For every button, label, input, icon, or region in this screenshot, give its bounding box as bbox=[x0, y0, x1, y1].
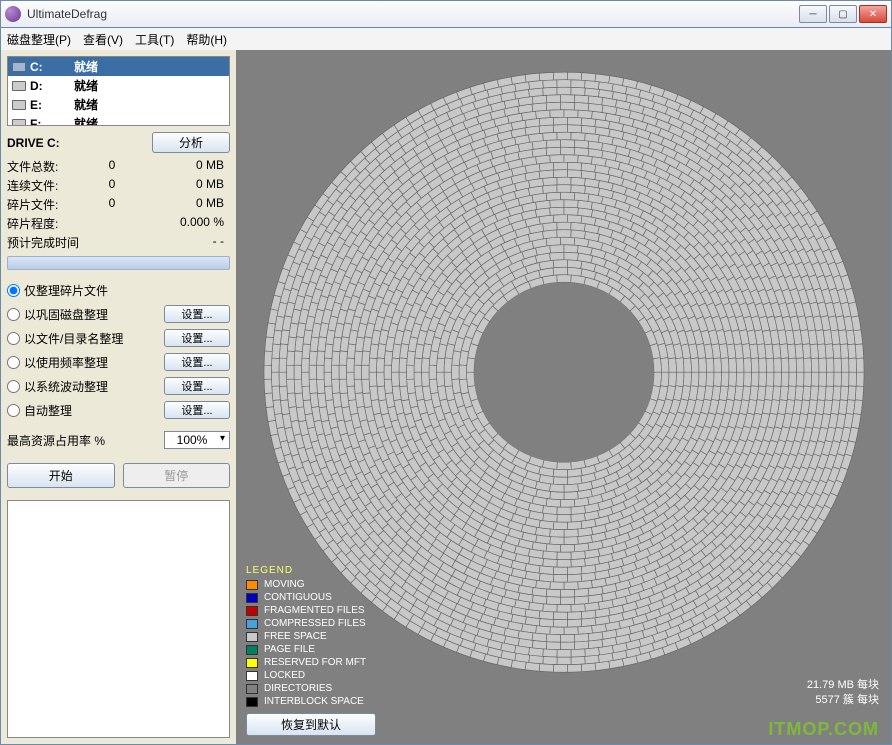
legend-label: CONTIGUOUS bbox=[264, 591, 332, 604]
legend-item: FRAGMENTED FILES bbox=[246, 604, 366, 617]
drive-row-c[interactable]: C: 就绪 bbox=[8, 57, 229, 76]
legend-swatch bbox=[246, 671, 258, 681]
legend-swatch bbox=[246, 619, 258, 629]
legend-swatch bbox=[246, 580, 258, 590]
legend-item: COMPRESSED FILES bbox=[246, 617, 366, 630]
minimize-button[interactable]: ─ bbox=[799, 5, 827, 23]
legend-swatch bbox=[246, 606, 258, 616]
window-controls: ─ ▢ ✕ bbox=[799, 5, 887, 23]
progress-bar bbox=[7, 256, 230, 270]
drive-row-e[interactable]: E: 就绪 bbox=[8, 95, 229, 114]
menu-disk[interactable]: 磁盘整理(P) bbox=[7, 31, 71, 48]
legend-item: CONTIGUOUS bbox=[246, 591, 366, 604]
legend-label: INTERBLOCK SPACE bbox=[264, 695, 364, 708]
defrag-options: 仅整理碎片文件 以巩固磁盘整理 设置... 以文件/目录名整理 设置... 以使… bbox=[7, 282, 230, 419]
legend-item: DIRECTORIES bbox=[246, 682, 366, 695]
log-area bbox=[7, 500, 230, 738]
settings-by-name[interactable]: 设置... bbox=[164, 329, 230, 347]
option-by-usage[interactable]: 以使用频率整理 bbox=[7, 354, 158, 371]
legend-swatch bbox=[246, 632, 258, 642]
title-bar: UltimateDefrag ─ ▢ ✕ bbox=[0, 0, 892, 28]
disk-view: LEGEND MOVINGCONTIGUOUSFRAGMENTED FILESC… bbox=[236, 50, 891, 744]
settings-auto[interactable]: 设置... bbox=[164, 401, 230, 419]
restore-defaults-button[interactable]: 恢复到默认 bbox=[246, 713, 376, 736]
resource-label: 最高资源占用率 % bbox=[7, 432, 164, 449]
menu-bar: 磁盘整理(P) 查看(V) 工具(T) 帮助(H) bbox=[0, 28, 892, 50]
option-consolidate[interactable]: 以巩固磁盘整理 bbox=[7, 306, 158, 323]
cluster-size: 5577 簇 每块 bbox=[807, 693, 879, 708]
window-title: UltimateDefrag bbox=[27, 7, 799, 21]
legend-label: COMPRESSED FILES bbox=[264, 617, 366, 630]
legend-label: LOCKED bbox=[264, 669, 305, 682]
drive-row-d[interactable]: D: 就绪 bbox=[8, 76, 229, 95]
menu-help[interactable]: 帮助(H) bbox=[186, 31, 227, 48]
left-panel: C: 就绪 D: 就绪 E: 就绪 F: 就绪 DRIVE C: 分 bbox=[1, 50, 236, 744]
drive-icon bbox=[12, 100, 26, 110]
start-button[interactable]: 开始 bbox=[7, 463, 115, 488]
pause-button[interactable]: 暂停 bbox=[123, 463, 231, 488]
option-by-system[interactable]: 以系统波动整理 bbox=[7, 378, 158, 395]
legend-swatch bbox=[246, 697, 258, 707]
resource-select[interactable]: 100% bbox=[164, 431, 230, 449]
analyze-button[interactable]: 分析 bbox=[152, 132, 230, 153]
legend-label: FRAGMENTED FILES bbox=[264, 604, 365, 617]
legend-swatch bbox=[246, 684, 258, 694]
legend: LEGEND MOVINGCONTIGUOUSFRAGMENTED FILESC… bbox=[246, 565, 366, 708]
legend-item: RESERVED FOR MFT bbox=[246, 656, 366, 669]
legend-item: INTERBLOCK SPACE bbox=[246, 695, 366, 708]
drive-icon bbox=[12, 62, 26, 72]
app-icon bbox=[5, 6, 21, 22]
drive-icon bbox=[12, 119, 26, 127]
footer-stats: 21.79 MB 每块 5577 簇 每块 bbox=[807, 678, 879, 708]
drive-info: DRIVE C: 分析 文件总数:00 MB 连续文件:00 MB 碎片文件:0… bbox=[7, 132, 230, 270]
legend-item: PAGE FILE bbox=[246, 643, 366, 656]
legend-item: MOVING bbox=[246, 578, 366, 591]
menu-tools[interactable]: 工具(T) bbox=[135, 31, 174, 48]
option-auto[interactable]: 自动整理 bbox=[7, 402, 158, 419]
option-by-name[interactable]: 以文件/目录名整理 bbox=[7, 330, 158, 347]
drive-row-f[interactable]: F: 就绪 bbox=[8, 114, 229, 126]
legend-item: LOCKED bbox=[246, 669, 366, 682]
drive-label: DRIVE C: bbox=[7, 136, 152, 150]
maximize-button[interactable]: ▢ bbox=[829, 5, 857, 23]
settings-by-usage[interactable]: 设置... bbox=[164, 353, 230, 371]
close-button[interactable]: ✕ bbox=[859, 5, 887, 23]
legend-swatch bbox=[246, 645, 258, 655]
block-size: 21.79 MB 每块 bbox=[807, 678, 879, 693]
menu-view[interactable]: 查看(V) bbox=[83, 31, 123, 48]
legend-label: DIRECTORIES bbox=[264, 682, 332, 695]
settings-by-system[interactable]: 设置... bbox=[164, 377, 230, 395]
legend-swatch bbox=[246, 658, 258, 668]
drive-icon bbox=[12, 81, 26, 91]
legend-title: LEGEND bbox=[246, 565, 366, 576]
watermark: ITMOP.COM bbox=[768, 719, 879, 740]
option-frag-only[interactable]: 仅整理碎片文件 bbox=[7, 282, 230, 299]
legend-label: FREE SPACE bbox=[264, 630, 327, 643]
legend-label: RESERVED FOR MFT bbox=[264, 656, 366, 669]
legend-label: PAGE FILE bbox=[264, 643, 315, 656]
legend-item: FREE SPACE bbox=[246, 630, 366, 643]
legend-swatch bbox=[246, 593, 258, 603]
legend-label: MOVING bbox=[264, 578, 305, 591]
settings-consolidate[interactable]: 设置... bbox=[164, 305, 230, 323]
drive-list[interactable]: C: 就绪 D: 就绪 E: 就绪 F: 就绪 bbox=[7, 56, 230, 126]
